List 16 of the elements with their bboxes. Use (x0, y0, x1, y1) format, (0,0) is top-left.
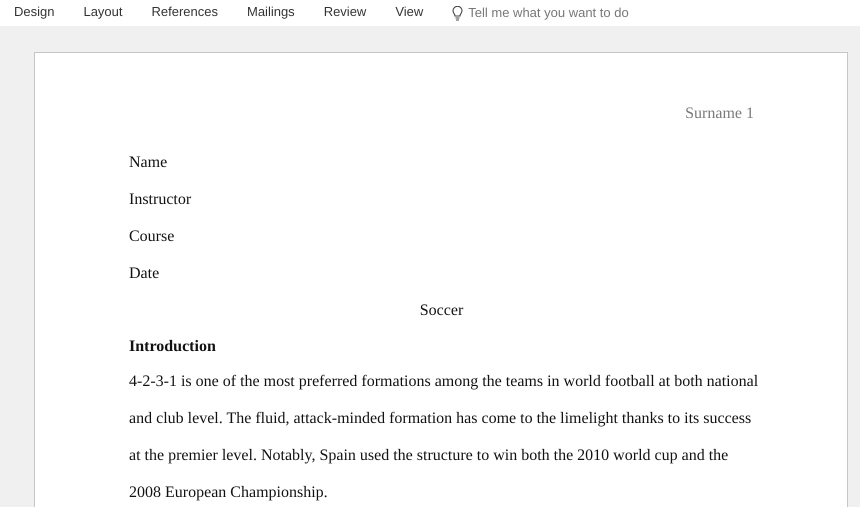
ribbon-tab[interactable]: Design (14, 2, 54, 24)
lightbulb-icon (452, 6, 464, 20)
document-line: Instructor (129, 190, 192, 210)
tell-me-field[interactable]: Tell me what you want to do (468, 3, 668, 23)
ribbon-tab[interactable]: References (152, 2, 218, 24)
ribbon-tab[interactable]: Review (324, 2, 366, 24)
document-title: Soccer (420, 300, 464, 320)
document-line: Date (129, 264, 160, 284)
document-line: Name (129, 152, 168, 172)
document-line: Course (129, 226, 174, 246)
ribbon-tab[interactable]: Layout (83, 2, 123, 24)
ribbon-tab[interactable]: Mailings (247, 2, 295, 24)
ribbon-tab[interactable]: View (395, 2, 424, 24)
body-paragraph: 4-2-3-1 is one of the most preferred formations among the teams in world football at both national and club level. The fluid, attack-minded formation has come to the limelight thanks to its success at the premier level. Notably, Spain used the structure to win both the 2010 world cup and the 2008 European Championship. (129, 372, 759, 503)
section-heading: Introduction (129, 336, 216, 356)
page-header: Surname 1 (685, 104, 754, 124)
